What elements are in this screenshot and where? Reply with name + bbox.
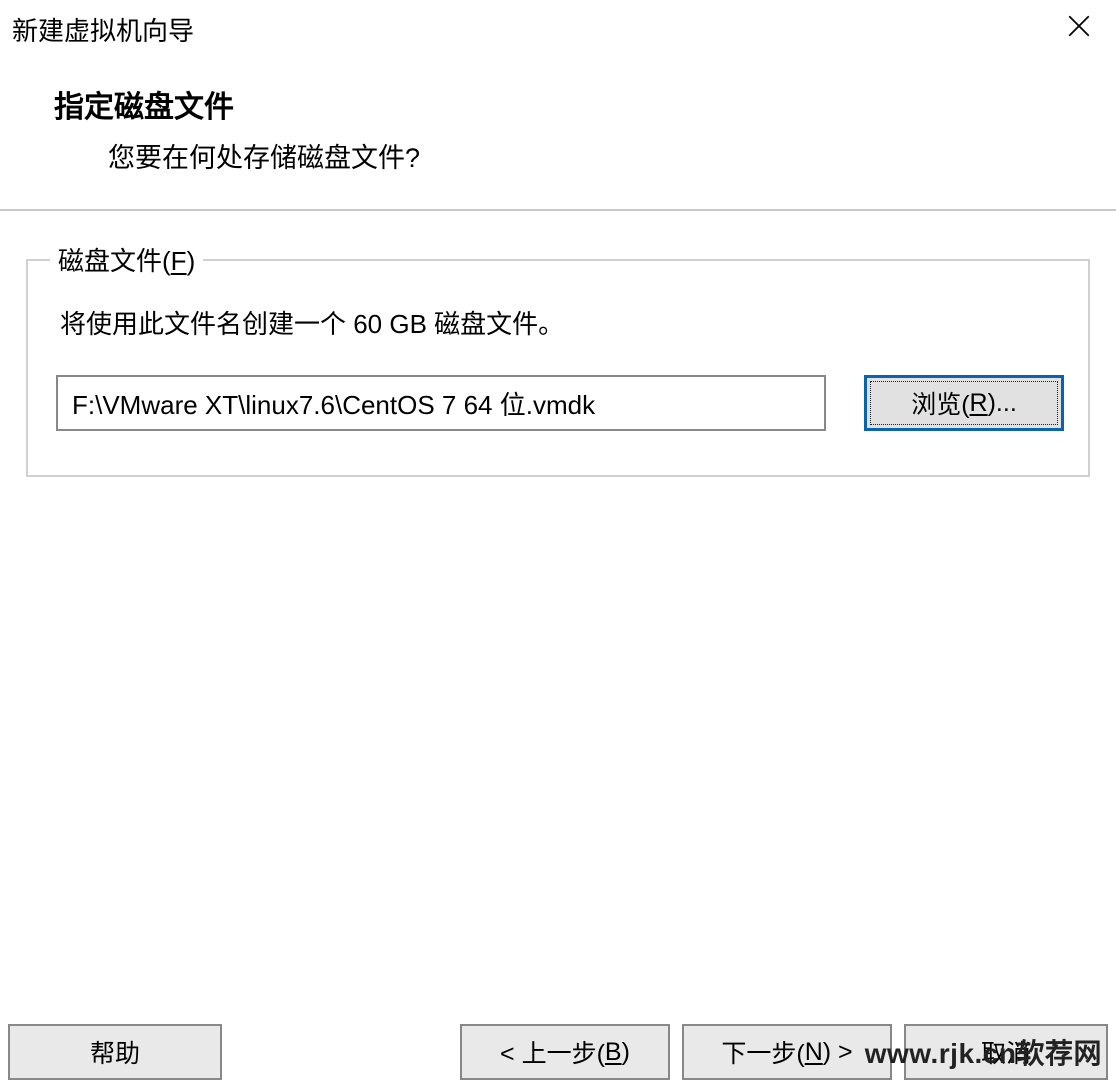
disk-file-legend: 磁盘文件(F) [50, 241, 203, 278]
next-button[interactable]: 下一步(N) > [682, 1024, 892, 1080]
cancel-button[interactable]: 取消 [904, 1024, 1108, 1080]
page-title: 指定磁盘文件 [54, 82, 1062, 126]
disk-file-row: 浏览(R)... [56, 375, 1064, 431]
help-button[interactable]: 帮助 [8, 1024, 222, 1080]
browse-button[interactable]: 浏览(R)... [864, 375, 1064, 431]
new-vm-wizard-dialog: 新建虚拟机向导 指定磁盘文件 您要在何处存储磁盘文件? 磁盘文件(F) 将使用此… [0, 0, 1116, 1088]
disk-file-path-input[interactable] [56, 375, 826, 431]
disk-file-description: 将使用此文件名创建一个 60 GB 磁盘文件。 [60, 304, 1064, 341]
back-button[interactable]: < 上一步(B) [460, 1024, 670, 1080]
wizard-header: 指定磁盘文件 您要在何处存储磁盘文件? [0, 58, 1116, 211]
titlebar: 新建虚拟机向导 [0, 0, 1116, 58]
wizard-footer: 帮助 < 上一步(B) 下一步(N) > 取消 [0, 1024, 1116, 1080]
wizard-body: 磁盘文件(F) 将使用此文件名创建一个 60 GB 磁盘文件。 浏览(R)... [0, 211, 1116, 477]
disk-file-group: 磁盘文件(F) 将使用此文件名创建一个 60 GB 磁盘文件。 浏览(R)... [26, 241, 1090, 477]
window-title: 新建虚拟机向导 [12, 11, 194, 48]
page-subtitle: 您要在何处存储磁盘文件? [54, 136, 1062, 175]
close-icon [1066, 13, 1092, 46]
close-button[interactable] [1054, 4, 1104, 54]
